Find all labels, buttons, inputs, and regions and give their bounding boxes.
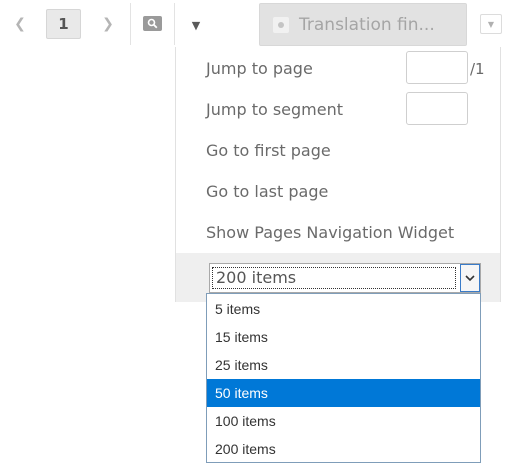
items-option[interactable]: 25 items [207, 351, 480, 379]
chevron-left-icon: ❮ [14, 16, 26, 32]
search-button[interactable] [143, 16, 162, 31]
prev-page-button[interactable]: ❮ [10, 8, 30, 40]
total-pages-label: /1 [470, 60, 485, 78]
navigation-menu: Jump to page /1 Jump to segment Go to fi… [175, 47, 501, 302]
jump-to-segment-label: Jump to segment [206, 100, 344, 119]
go-to-last-page-item[interactable]: Go to last page [206, 182, 328, 201]
jump-to-page-label: Jump to page [206, 59, 313, 78]
caret-down-icon: ▼ [191, 18, 201, 32]
items-option[interactable]: 5 items [207, 295, 480, 323]
navigation-menu-toggle[interactable]: ▼ [176, 3, 216, 47]
chevron-down-icon [465, 274, 475, 281]
translation-button-label: Translation fin... [299, 14, 435, 35]
go-to-first-page-item[interactable]: Go to first page [206, 141, 331, 160]
pagination-toolbar: ❮ 1 ❯ ▼ Translation fin... ▼ [0, 0, 513, 48]
select-dropdown-button[interactable] [460, 264, 480, 292]
items-option[interactable]: 100 items [207, 407, 480, 435]
chevron-right-icon: ❯ [102, 16, 114, 32]
next-page-button[interactable]: ❯ [98, 8, 118, 40]
jump-to-segment-input[interactable] [406, 92, 468, 125]
caret-down-icon: ▼ [487, 19, 495, 29]
items-per-page-value: 200 items [212, 267, 456, 289]
search-icon [147, 18, 158, 29]
items-per-page-options: 5 items 15 items 25 items 50 items 100 items… [206, 293, 481, 463]
items-option[interactable]: 200 items [207, 435, 480, 463]
translation-finished-button[interactable]: Translation fin... [259, 3, 467, 46]
current-page-number[interactable]: 1 [46, 9, 81, 39]
show-pages-navigation-widget-item[interactable]: Show Pages Navigation Widget [206, 223, 454, 242]
status-dropdown-button[interactable]: ▼ [480, 14, 502, 34]
items-option[interactable]: 15 items [207, 323, 480, 351]
jump-to-page-input[interactable] [406, 51, 468, 84]
items-per-page-select[interactable]: 200 items [209, 263, 481, 293]
divider [174, 3, 175, 45]
items-option[interactable]: 50 items [207, 379, 480, 407]
divider [130, 3, 131, 45]
status-icon [273, 16, 289, 33]
